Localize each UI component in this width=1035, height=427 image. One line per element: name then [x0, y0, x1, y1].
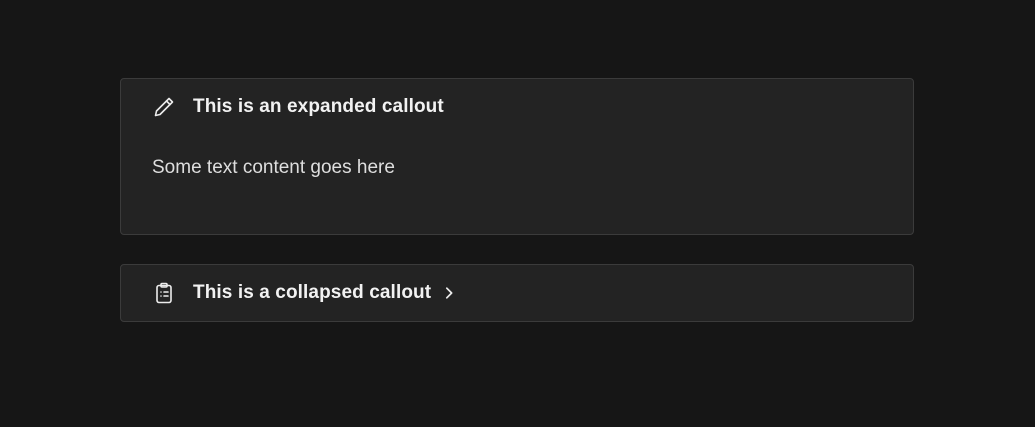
- expanded-callout: This is an expanded callout Some text co…: [120, 78, 914, 235]
- collapsed-callout: This is a collapsed callout: [120, 264, 914, 322]
- expanded-callout-body: Some text content goes here: [152, 157, 395, 178]
- collapsed-callout-header[interactable]: This is a collapsed callout: [151, 279, 893, 307]
- clipboard-list-icon: [151, 280, 177, 306]
- page: This is an expanded callout Some text co…: [0, 0, 1035, 427]
- expanded-callout-header[interactable]: This is an expanded callout: [151, 93, 893, 121]
- pencil-icon: [151, 94, 177, 120]
- collapsed-callout-title: This is a collapsed callout: [193, 282, 432, 303]
- expanded-callout-title: This is an expanded callout: [193, 96, 444, 117]
- chevron-right-icon[interactable]: [441, 285, 457, 301]
